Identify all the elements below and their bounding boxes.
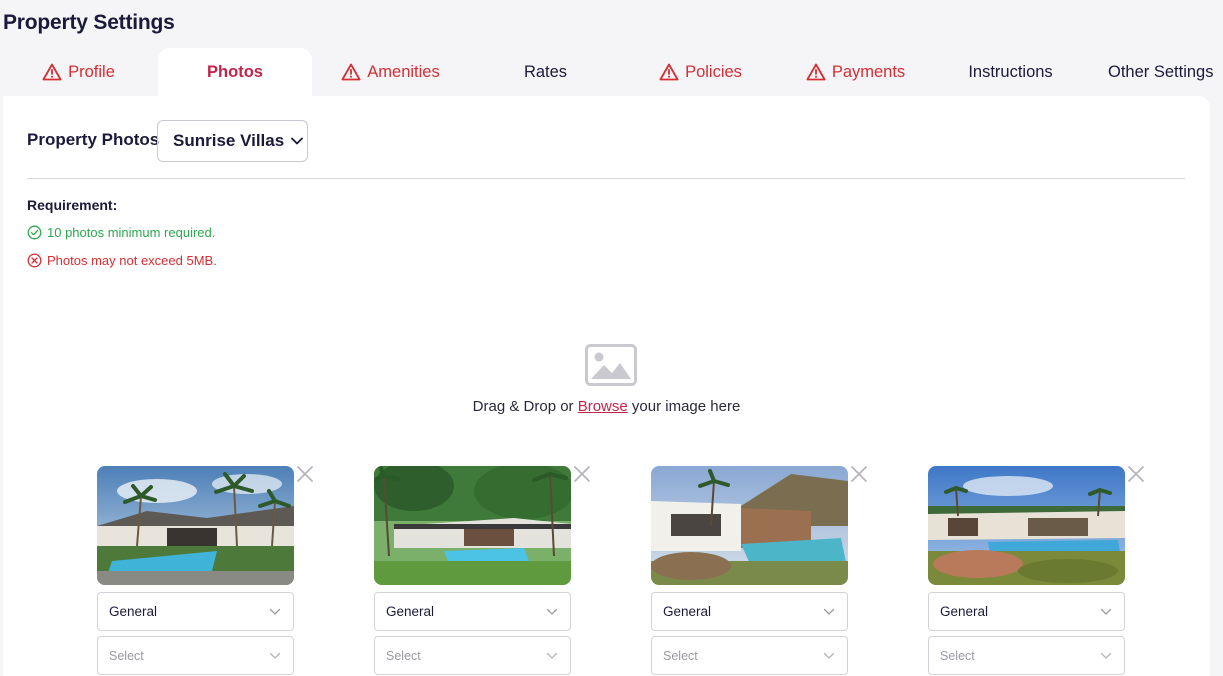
- divider: [27, 178, 1185, 179]
- category-select[interactable]: General: [928, 592, 1125, 631]
- subcategory-select-placeholder: Select: [386, 648, 421, 663]
- property-photos-label: Property Photos: [27, 130, 160, 149]
- chevron-down-icon: [546, 652, 558, 659]
- tab-label: Instructions: [968, 62, 1053, 81]
- category-select[interactable]: General: [374, 592, 571, 631]
- category-select-value: General: [940, 604, 989, 619]
- property-select-value: Sunrise Villas: [173, 131, 285, 150]
- category-select-value: General: [109, 604, 158, 619]
- warning-icon: [806, 63, 826, 81]
- photos-panel: Property Photos Sunrise Villas Requireme…: [3, 96, 1210, 676]
- subcategory-select[interactable]: Select: [97, 636, 294, 675]
- close-icon[interactable]: [573, 465, 591, 483]
- requirement-ok: 10 photos minimum required.: [27, 225, 215, 240]
- requirement-fail-text: Photos may not exceed 5MB.: [47, 253, 217, 268]
- close-icon[interactable]: [850, 465, 868, 483]
- subcategory-select-placeholder: Select: [940, 648, 975, 663]
- tab-label: Profile: [68, 62, 115, 81]
- check-circle-icon: [27, 225, 42, 240]
- category-select-value: General: [386, 604, 435, 619]
- chevron-down-icon: [269, 608, 281, 615]
- chevron-down-icon: [823, 608, 835, 615]
- photo-thumbnail: [651, 466, 848, 585]
- warning-icon: [42, 63, 62, 81]
- tab-rates[interactable]: Rates: [468, 48, 623, 96]
- photo-thumbnail: [97, 466, 294, 585]
- tab-other-settings[interactable]: Other Settings: [1088, 48, 1223, 96]
- tab-instructions[interactable]: Instructions: [933, 48, 1088, 96]
- category-select-value: General: [663, 604, 712, 619]
- warning-icon: [341, 63, 361, 81]
- tab-label: Amenities: [367, 62, 440, 81]
- category-select[interactable]: General: [97, 592, 294, 631]
- photo-thumbnail: [928, 466, 1125, 585]
- chevron-down-icon: [546, 608, 558, 615]
- dropzone-prefix: Drag & Drop or: [472, 398, 578, 415]
- browse-link[interactable]: Browse: [578, 398, 628, 415]
- tab-policies[interactable]: Policies: [623, 48, 778, 96]
- x-circle-icon: [27, 253, 42, 268]
- chevron-down-icon: [823, 652, 835, 659]
- chevron-down-icon: [291, 137, 304, 145]
- tab-amenities[interactable]: Amenities: [313, 48, 468, 96]
- subcategory-select-placeholder: Select: [663, 648, 698, 663]
- tab-payments[interactable]: Payments: [778, 48, 933, 96]
- image-placeholder-icon: [585, 344, 637, 386]
- tab-label: Rates: [523, 62, 568, 81]
- chevron-down-icon: [1100, 652, 1112, 659]
- tab-label: Payments: [831, 62, 906, 81]
- chevron-down-icon: [269, 652, 281, 659]
- subcategory-select[interactable]: Select: [651, 636, 848, 675]
- subcategory-select[interactable]: Select: [374, 636, 571, 675]
- settings-tabs: Profile Photos Amenities Rates Policies …: [0, 48, 1223, 96]
- requirement-ok-text: 10 photos minimum required.: [47, 225, 216, 240]
- photo-thumbnail: [374, 466, 571, 585]
- chevron-down-icon: [1100, 608, 1112, 615]
- category-select[interactable]: General: [651, 592, 848, 631]
- tab-label: Policies: [685, 62, 742, 81]
- subcategory-select[interactable]: Select: [928, 636, 1125, 675]
- page-title: Property Settings: [3, 11, 175, 34]
- close-icon[interactable]: [1127, 465, 1145, 483]
- requirement-fail: Photos may not exceed 5MB.: [27, 253, 217, 268]
- property-select[interactable]: Sunrise Villas: [157, 120, 308, 162]
- close-icon[interactable]: [296, 465, 314, 483]
- dropzone-suffix: your image here: [627, 398, 741, 415]
- tab-photos[interactable]: Photos: [158, 48, 312, 96]
- tab-label: Photos: [207, 62, 263, 81]
- subcategory-select-placeholder: Select: [109, 648, 144, 663]
- dropzone-text[interactable]: Drag & Drop or Browse your image here: [3, 398, 1210, 415]
- warning-icon: [659, 63, 679, 81]
- requirement-title: Requirement:: [27, 197, 118, 213]
- tab-profile[interactable]: Profile: [0, 48, 157, 96]
- tab-label: Other Settings: [1108, 62, 1214, 81]
